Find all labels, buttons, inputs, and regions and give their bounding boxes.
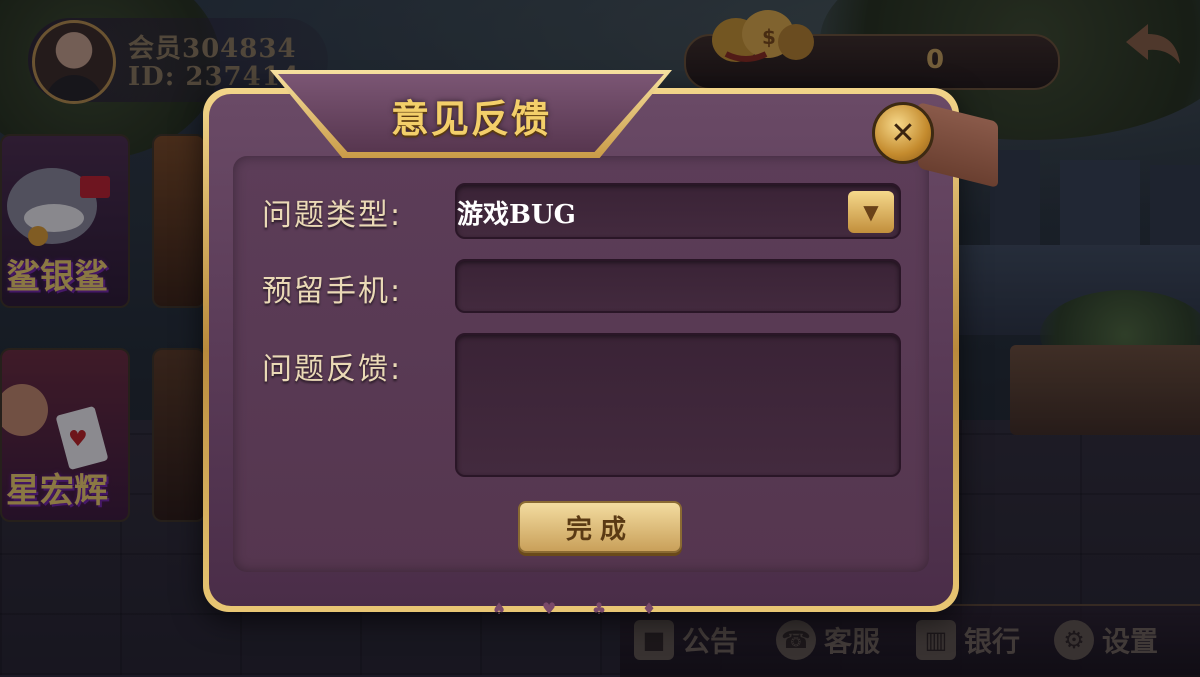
problem-type-label: 问题类型: <box>262 198 403 233</box>
close-icon: ✕ <box>890 115 916 151</box>
spade-icon: ♠ <box>491 598 507 618</box>
phone-input[interactable] <box>455 259 901 313</box>
feedback-textarea[interactable] <box>455 333 901 477</box>
dropdown-button[interactable]: ▼ <box>848 191 894 233</box>
dialog-title: 意见反馈 <box>390 96 551 141</box>
feedback-label: 问题反馈: <box>262 352 403 387</box>
heart-icon: ♥ <box>541 598 557 618</box>
club-icon: ♣ <box>591 598 607 618</box>
suit-decoration: ♠ ♥ ♣ ♦ <box>474 596 674 620</box>
close-button[interactable]: ✕ <box>872 102 934 164</box>
submit-button[interactable]: 完成 <box>518 501 682 553</box>
problem-type-value: 游戏BUG <box>457 200 576 230</box>
diamond-icon: ♦ <box>641 598 657 618</box>
title-plate: 意见反馈 <box>270 70 672 158</box>
chevron-down-icon: ▼ <box>863 200 879 224</box>
phone-label: 预留手机: <box>262 274 403 309</box>
